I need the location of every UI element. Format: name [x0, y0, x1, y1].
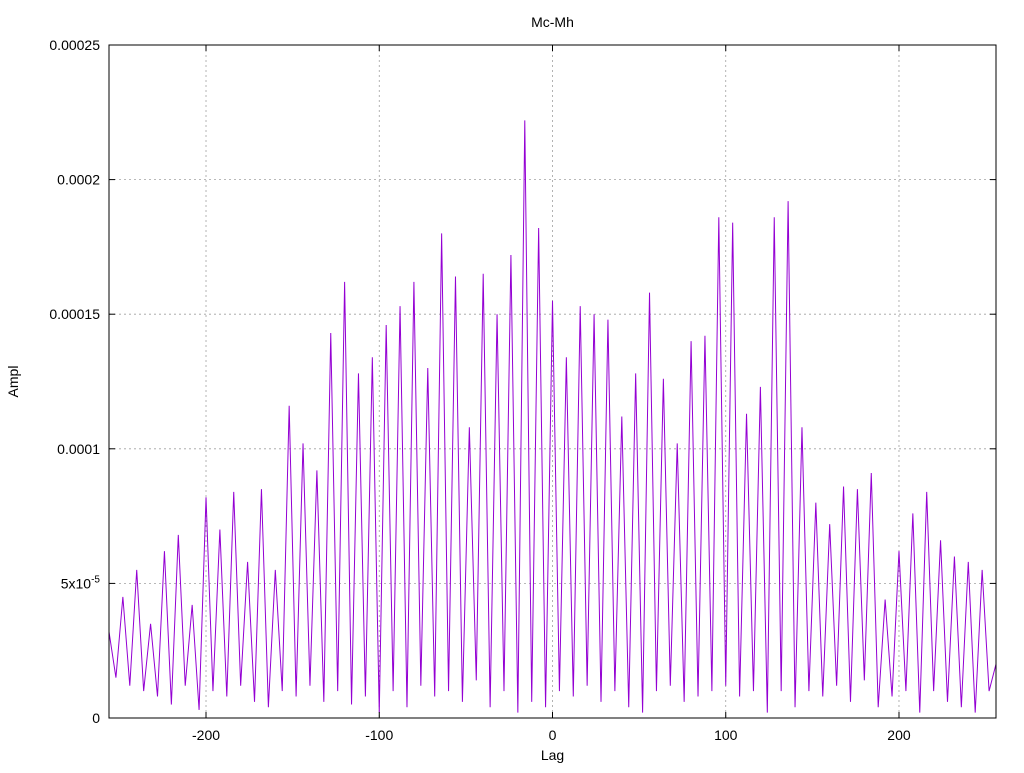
y-tick-label: 0.0001 [57, 441, 100, 457]
chart-svg: -200 -100 0 100 200 0 5x10-5 0.0001 0.00015 0.000… [5, 14, 997, 763]
x-tick-label: -200 [192, 727, 220, 743]
x-tick-label: 0 [549, 727, 557, 743]
chart: -200 -100 0 100 200 0 5x10-5 0.0001 0.00015 0.000… [0, 0, 1024, 768]
x-tick-label: 100 [714, 727, 738, 743]
y-tick-label: 0.0002 [57, 172, 100, 188]
y-tick-label: 0.00025 [49, 37, 100, 53]
y-tick-label: 0 [92, 710, 100, 726]
x-tick-label: -100 [365, 727, 393, 743]
x-axis-label: Lag [541, 747, 564, 763]
x-tick-label: 200 [887, 727, 911, 743]
y-tick-label-base: 5x10 [61, 575, 92, 591]
y-axis-label: Ampl [5, 366, 21, 398]
grid [109, 44, 996, 719]
y-tick-label: 0.00015 [49, 306, 100, 322]
y-tick-label-exponent: -5 [91, 574, 100, 585]
y-tick-label: 5x10-5 [61, 574, 101, 591]
ticks: -200 -100 0 100 200 0 5x10-5 0.0001 0.00015 0.000… [49, 37, 996, 743]
chart-title: Mc-Mh [531, 14, 574, 30]
